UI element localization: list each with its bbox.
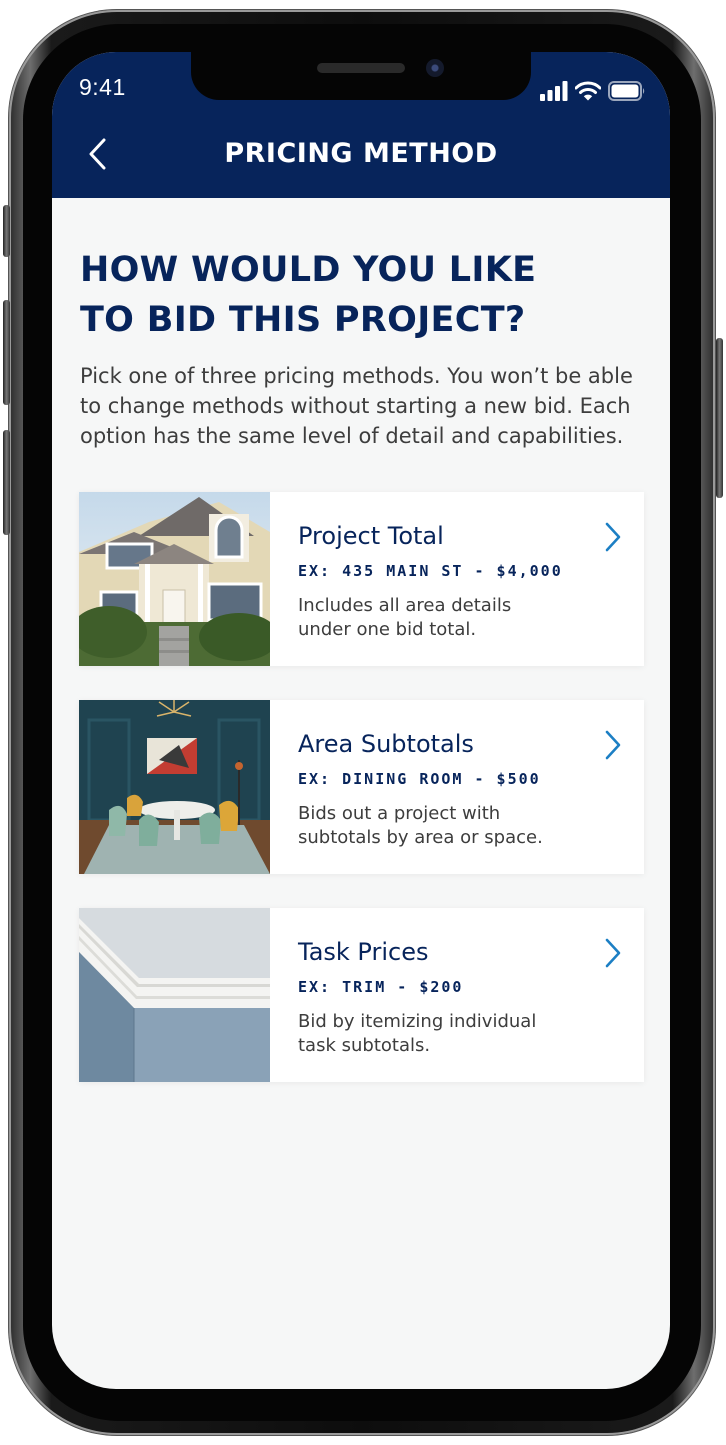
option-description: Bids out a project with subtotals by are… bbox=[298, 802, 598, 850]
heading-line-1: HOW WOULD YOU LIKE bbox=[80, 250, 537, 290]
volume-up-button bbox=[3, 300, 10, 405]
volume-down-button bbox=[3, 430, 10, 535]
option-description-line-2: subtotals by area or space. bbox=[298, 827, 543, 848]
chevron-right-icon bbox=[604, 938, 622, 972]
option-description-line-1: Includes all area details bbox=[298, 595, 512, 616]
option-title: Project Total bbox=[298, 522, 444, 550]
option-example: EX: DINING ROOM - $500 bbox=[298, 770, 541, 788]
power-button bbox=[716, 338, 723, 498]
signal-icon bbox=[540, 81, 568, 105]
option-description-line-1: Bids out a project with bbox=[298, 803, 501, 824]
option-description-line-2: under one bid total. bbox=[298, 619, 477, 640]
house-photo bbox=[79, 492, 270, 666]
page-heading: HOW WOULD YOU LIKE TO BID THIS PROJECT? bbox=[80, 245, 640, 345]
nav-title: PRICING METHOD bbox=[224, 138, 498, 169]
status-time: 9:41 bbox=[79, 74, 126, 100]
option-description: Includes all area details under one bid … bbox=[298, 594, 598, 642]
dining-room-photo bbox=[79, 700, 270, 874]
battery-icon bbox=[608, 81, 646, 105]
status-icons bbox=[540, 81, 646, 105]
notch bbox=[191, 52, 531, 100]
intro-text: Pick one of three pricing methods. You w… bbox=[80, 364, 633, 448]
trim-photo bbox=[79, 908, 270, 1082]
chevron-right-icon bbox=[604, 522, 622, 556]
option-card-project-total[interactable]: Project Total EX: 435 MAIN ST - $4,000 I… bbox=[79, 492, 644, 666]
option-title: Area Subtotals bbox=[298, 730, 474, 758]
nav-bar: 9:41 PRICING METHOD bbox=[52, 52, 670, 198]
wifi-icon bbox=[574, 81, 602, 105]
option-card-area-subtotals[interactable]: Area Subtotals EX: DINING ROOM - $500 Bi… bbox=[79, 700, 644, 874]
mute-switch bbox=[3, 205, 10, 257]
screen: 9:41 PRICING METHOD HOW WOULD YOU LIKE T… bbox=[52, 52, 670, 1389]
camera bbox=[426, 59, 444, 77]
option-example: EX: TRIM - $200 bbox=[298, 978, 464, 996]
speaker bbox=[317, 63, 405, 73]
option-description: Bid by itemizing individual task subtota… bbox=[298, 1010, 598, 1058]
heading-line-2: TO BID THIS PROJECT? bbox=[80, 300, 526, 340]
option-card-task-prices[interactable]: Task Prices EX: TRIM - $200 Bid by itemi… bbox=[79, 908, 644, 1082]
option-title: Task Prices bbox=[298, 938, 429, 966]
option-description-line-2: task subtotals. bbox=[298, 1035, 431, 1056]
chevron-right-icon bbox=[604, 730, 622, 764]
option-description-line-1: Bid by itemizing individual bbox=[298, 1011, 537, 1032]
option-example: EX: 435 MAIN ST - $4,000 bbox=[298, 562, 563, 580]
